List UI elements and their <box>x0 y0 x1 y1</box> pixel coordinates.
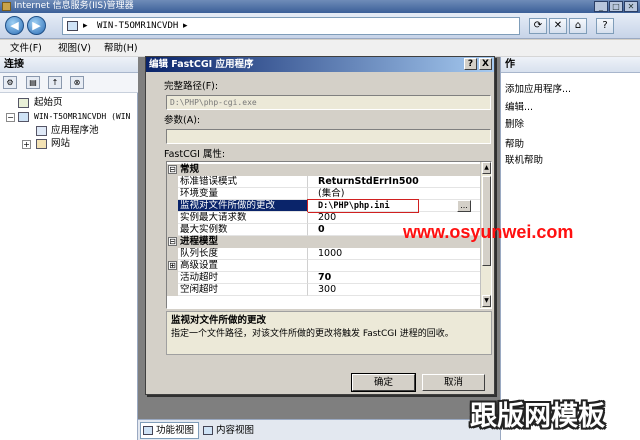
property-name: 活动超时 <box>178 272 308 284</box>
back-arrow-icon[interactable]: ◀ <box>5 16 24 35</box>
description-title: 监视对文件所做的更改 <box>171 315 267 326</box>
property-value[interactable]: 70 <box>308 272 480 284</box>
connections-toolbar: ⚙ ▤ ↑ ⊗ <box>0 73 138 93</box>
refresh-icon[interactable]: ⟳ <box>529 18 547 34</box>
connect-icon[interactable]: ⚙ <box>3 76 17 89</box>
minimize-button[interactable]: _ <box>594 1 608 12</box>
property-name: 环境变量 <box>178 188 308 200</box>
breadcrumb-server[interactable]: WIN-T5OMR1NCVDH <box>97 19 178 34</box>
scroll-up-icon[interactable]: ▲ <box>482 162 491 174</box>
table-row[interactable]: 标准错误模式 ReturnStdErrIn500 <box>167 176 480 188</box>
tab-content-view-label: 内容视图 <box>216 425 255 436</box>
highlighted-edit-box <box>307 199 419 213</box>
collapse-process-model-icon[interactable]: ⊟ <box>168 237 177 246</box>
actions-header: 作 <box>501 57 640 73</box>
tab-content-view[interactable]: 内容视图 <box>200 422 259 439</box>
property-name: 监视对文件所做的更改 <box>178 200 308 212</box>
address-bar: ◀ ▶ ▸ WIN-T5OMR1NCVDH ▸ ⟳ ✕ ⌂ ? <box>0 13 640 39</box>
table-row[interactable]: ⊞ 高级设置 <box>167 260 480 272</box>
features-view-icon <box>143 426 153 435</box>
menu-view[interactable]: 视图(V) <box>58 42 91 55</box>
home-icon[interactable]: ⌂ <box>569 18 587 34</box>
expand-sites-icon[interactable]: + <box>22 140 31 149</box>
action-help[interactable]: 帮助 <box>505 139 524 151</box>
actions-panel: 作 添加应用程序... 编辑... 删除 帮助 联机帮助 <box>500 57 640 440</box>
description-text: 指定一个文件路径，对该文件所做的更改将触发 FastCGI 进程的回收。 <box>171 329 454 339</box>
breadcrumb-chevron-icon[interactable]: ▸ <box>183 20 188 33</box>
watermark-logo: 跟版网模板 <box>470 401 605 432</box>
property-name: 队列长度 <box>178 248 308 260</box>
table-row[interactable]: 空闲超时 300 <box>167 284 480 296</box>
dialog-title: 编辑 FastCGI 应用程序 <box>146 57 494 72</box>
dialog-close-button[interactable]: X <box>479 58 492 70</box>
property-value[interactable] <box>308 260 480 272</box>
arguments-label: 参数(A): <box>164 115 201 126</box>
category-general[interactable]: ⊟ 常规 <box>167 164 480 176</box>
server-icon <box>18 112 29 122</box>
property-name: 空闲超时 <box>178 284 308 296</box>
window-title: Internet 信息服务(IIS)管理器 <box>14 1 134 11</box>
tab-features-view[interactable]: 功能视图 <box>140 422 200 439</box>
collapse-server-icon[interactable]: − <box>6 113 15 122</box>
connections-panel: 连接 ⚙ ▤ ↑ ⊗ 起始页 − WIN-T5OMR1NCVDH (WIN 应用… <box>0 57 138 440</box>
stop-icon[interactable]: ✕ <box>549 18 567 34</box>
cancel-button[interactable]: 取消 <box>422 374 485 391</box>
app-pool-icon <box>36 126 47 136</box>
save-icon[interactable]: ▤ <box>26 76 40 89</box>
close-window-button[interactable]: ✕ <box>624 1 638 12</box>
watermark-url: www.osyunwei.com <box>403 222 574 242</box>
view-tabs: 功能视图 内容视图 <box>138 419 500 440</box>
tree-start-page[interactable]: 起始页 <box>34 97 63 109</box>
category-general-label: 常规 <box>180 164 200 175</box>
computer-icon <box>67 21 78 31</box>
tree-server[interactable]: WIN-T5OMR1NCVDH (WIN <box>34 111 136 123</box>
address-box[interactable]: ▸ WIN-T5OMR1NCVDH ▸ <box>62 17 520 35</box>
title-bar: Internet 信息服务(IIS)管理器 _ □ ✕ <box>0 0 640 13</box>
full-path-label: 完整路径(F): <box>164 81 219 92</box>
property-value[interactable]: 300 <box>308 284 480 296</box>
property-description-panel: 监视对文件所做的更改 指定一个文件路径，对该文件所做的更改将触发 FastCGI… <box>166 311 492 355</box>
connections-header: 连接 <box>0 57 138 73</box>
breadcrumb-separator-icon[interactable]: ▸ <box>83 20 88 33</box>
menu-help[interactable]: 帮助(H) <box>104 42 138 55</box>
menu-bar: 文件(F) 视图(V) 帮助(H) <box>0 40 640 57</box>
tab-features-view-label: 功能视图 <box>156 425 195 436</box>
action-online-help[interactable]: 联机帮助 <box>505 155 543 167</box>
ok-button[interactable]: 确定 <box>351 373 416 392</box>
disconnect-icon[interactable]: ⊗ <box>70 76 84 89</box>
tree-sites[interactable]: 网站 <box>51 138 70 150</box>
property-name: 最大实例数 <box>178 224 308 236</box>
action-add-application[interactable]: 添加应用程序... <box>505 84 571 96</box>
scroll-down-icon[interactable]: ▼ <box>482 295 491 307</box>
property-name: 实例最大请求数 <box>178 212 308 224</box>
content-view-icon <box>203 426 213 435</box>
category-process-model-label: 进程模型 <box>180 236 219 247</box>
help-icon[interactable]: ? <box>596 18 614 34</box>
property-name: 标准错误模式 <box>178 176 308 188</box>
expand-advanced-icon[interactable]: ⊞ <box>168 261 177 270</box>
sites-icon <box>36 139 47 149</box>
property-value[interactable]: 1000 <box>308 248 480 260</box>
property-value[interactable]: ReturnStdErrIn500 <box>308 176 480 188</box>
start-page-icon <box>18 98 29 108</box>
properties-label: FastCGI 属性: <box>164 149 226 160</box>
action-edit[interactable]: 编辑... <box>505 102 533 114</box>
collapse-general-icon[interactable]: ⊟ <box>168 165 177 174</box>
forward-arrow-icon[interactable]: ▶ <box>27 16 46 35</box>
tree-app-pools[interactable]: 应用程序池 <box>51 125 99 137</box>
table-row[interactable]: 队列长度 1000 <box>167 248 480 260</box>
table-row[interactable]: 活动超时 70 <box>167 272 480 284</box>
maximize-button[interactable]: □ <box>609 1 623 12</box>
arguments-field[interactable] <box>166 129 491 144</box>
action-delete[interactable]: 删除 <box>505 119 524 131</box>
property-name: 高级设置 <box>178 260 308 272</box>
table-row-selected[interactable]: 监视对文件所做的更改 D:\PHP\php.ini ... <box>167 199 480 213</box>
browse-ellipsis-button[interactable]: ... <box>457 200 471 212</box>
menu-file[interactable]: 文件(F) <box>10 42 42 55</box>
dialog-help-button[interactable]: ? <box>464 58 477 70</box>
iis-app-icon <box>2 2 11 11</box>
up-icon[interactable]: ↑ <box>48 76 62 89</box>
full-path-field[interactable]: D:\PHP\php-cgi.exe <box>166 95 491 110</box>
scroll-thumb[interactable] <box>482 176 491 266</box>
